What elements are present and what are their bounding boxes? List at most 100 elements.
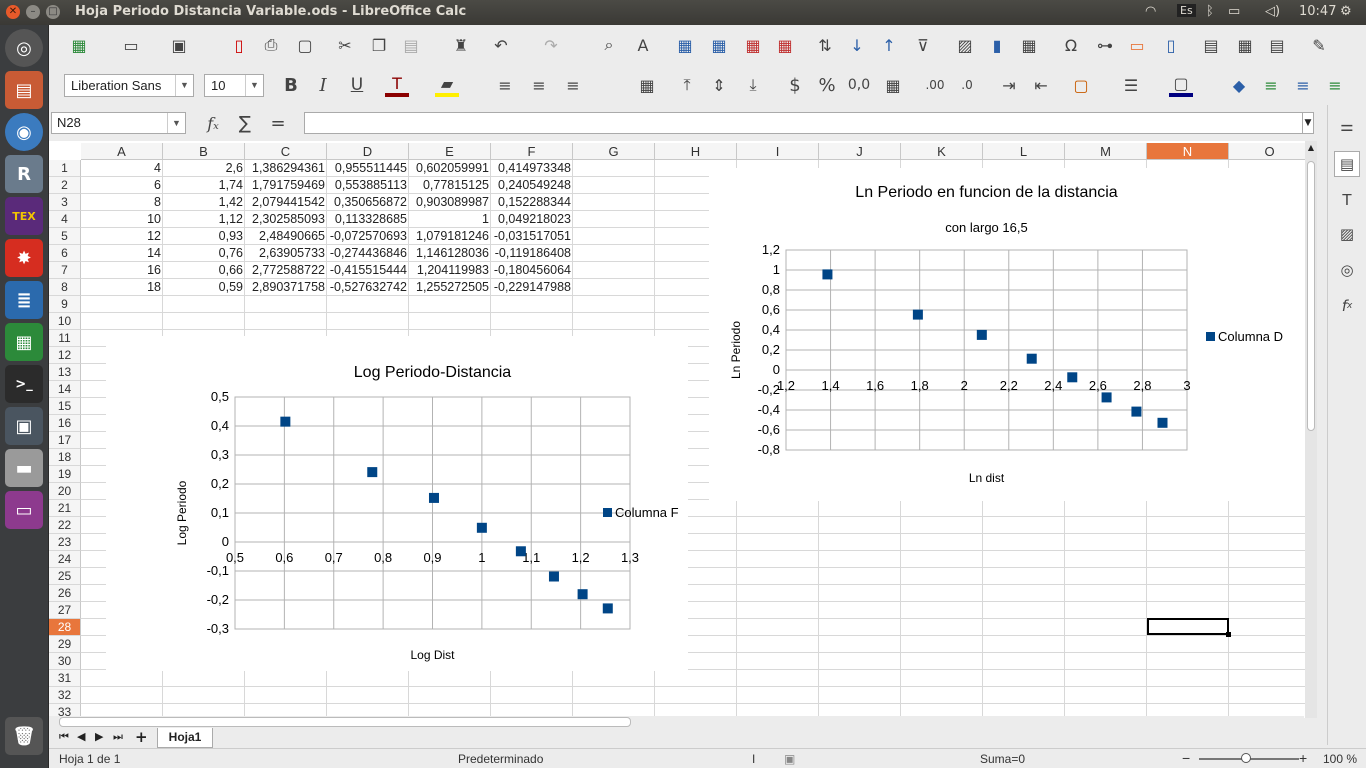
cell-b8[interactable]: 0,59 [163, 279, 245, 296]
align-left-icon[interactable]: ≡ [493, 73, 517, 97]
cell-f6[interactable]: -0,119186408 [491, 245, 573, 262]
autofilter-icon[interactable]: ⊽ [911, 33, 935, 57]
border-color-icon[interactable]: ▢ [1169, 73, 1193, 97]
center-vertically-icon[interactable]: ⇕ [707, 73, 731, 97]
print-icon[interactable]: ⎙ [259, 33, 283, 57]
cell-e7[interactable]: 1,204119983 [409, 262, 491, 279]
sheet-tab-hoja1[interactable]: Hoja1 [157, 728, 213, 748]
paste-icon[interactable]: ▤ [399, 33, 423, 57]
percent-format-icon[interactable]: % [815, 73, 839, 97]
currency-format-icon[interactable]: $ [783, 73, 807, 97]
cell-e6[interactable]: 1,146128036 [409, 245, 491, 262]
cell-b6[interactable]: 0,76 [163, 245, 245, 262]
pivot-table-icon[interactable]: ▦ [1017, 33, 1041, 57]
underline-icon[interactable]: U [345, 73, 369, 97]
hscroll-thumb[interactable] [59, 717, 631, 727]
column-header-h[interactable]: H [655, 143, 737, 160]
sort-descending-icon[interactable]: ↑ [877, 33, 901, 57]
column-header-c[interactable]: C [245, 143, 327, 160]
decrease-indent-icon[interactable]: ⇤ [1029, 73, 1053, 97]
column-header-n[interactable]: N [1147, 143, 1229, 160]
navigator-icon[interactable]: ◎ [1334, 257, 1360, 283]
properties-icon[interactable]: ⚌ [1334, 113, 1360, 139]
chart-log-periodo-distancia[interactable]: 0,5 0,4 0,3 0,2 0,1 0 -0,1 -0,2 -0,3 0,5 0,6 0,7 0,8… [106, 336, 688, 671]
cell-f7[interactable]: -0,180456064 [491, 262, 573, 279]
scroll-thumb[interactable] [1307, 161, 1315, 431]
split-window-icon[interactable]: ▤ [1265, 33, 1289, 57]
row-header-24[interactable]: 24 [49, 551, 81, 568]
new-style-icon[interactable]: ≡ [1291, 73, 1315, 97]
impress-icon[interactable]: ▭ [5, 491, 43, 529]
row-header-32[interactable]: 32 [49, 687, 81, 704]
cell-b2[interactable]: 1,74 [163, 177, 245, 194]
header-footer-icon[interactable]: ▯ [1159, 33, 1183, 57]
volume-icon[interactable]: ◁) [1265, 4, 1280, 19]
cell-a2[interactable]: 6 [81, 177, 163, 194]
conditional-format-icon[interactable]: ◆ [1227, 73, 1251, 97]
sum-display[interactable]: Suma=0 [980, 752, 1025, 766]
column-icon[interactable]: ▦ [707, 33, 731, 57]
align-right-icon[interactable]: ≡ [561, 73, 585, 97]
chevron-down-icon[interactable]: ▼ [175, 75, 193, 96]
delete-decimal-icon[interactable]: .0 [955, 73, 979, 97]
zoom-level[interactable]: 100 % [1323, 752, 1357, 766]
functions-icon[interactable]: fx [1334, 293, 1360, 319]
name-box[interactable]: N28 ▼ [51, 112, 186, 134]
row-header-4[interactable]: 4 [49, 211, 81, 228]
open-folder-icon[interactable]: ▭ [119, 33, 143, 57]
cell-e8[interactable]: 1,255272505 [409, 279, 491, 296]
page-style[interactable]: Predeterminado [458, 752, 543, 766]
column-header-o[interactable]: O [1229, 143, 1311, 160]
column-header-d[interactable]: D [327, 143, 409, 160]
maximize-window-button[interactable]: □ [46, 5, 60, 19]
date-format-icon[interactable]: ▦ [881, 73, 905, 97]
update-style-icon[interactable]: ≡ [1323, 73, 1347, 97]
border-style-icon[interactable]: ☰ [1119, 73, 1143, 97]
column-header-i[interactable]: I [737, 143, 819, 160]
first-sheet-icon[interactable]: ⏮ [59, 730, 69, 744]
freeze-rows-icon[interactable]: ▦ [1233, 33, 1257, 57]
font-color-icon[interactable]: T [385, 73, 409, 97]
sum-icon[interactable]: ∑ [233, 111, 257, 135]
cell-c5[interactable]: 2,48490665 [245, 228, 327, 245]
data-point[interactable] [577, 589, 588, 600]
draw-functions-icon[interactable]: ✎ [1307, 33, 1331, 57]
cell-c4[interactable]: 2,302585093 [245, 211, 327, 228]
data-point[interactable] [1067, 372, 1078, 383]
cell-d5[interactable]: -0,072570693 [327, 228, 409, 245]
row-header-19[interactable]: 19 [49, 466, 81, 483]
battery-icon[interactable]: ▭ [1228, 4, 1240, 19]
copy-icon[interactable]: ❐ [367, 33, 391, 57]
cell-d1[interactable]: 0,955511445 [327, 160, 409, 177]
cut-icon[interactable]: ✂ [333, 33, 357, 57]
keyboard-layout[interactable]: Es [1177, 4, 1196, 17]
document-modified-icon[interactable]: ▣ [784, 752, 795, 766]
cell-c6[interactable]: 2,63905733 [245, 245, 327, 262]
align-center-icon[interactable]: ≡ [527, 73, 551, 97]
clone-formatting-icon[interactable]: ♜ [449, 33, 473, 57]
print-preview-icon[interactable]: ▢ [293, 33, 317, 57]
vertical-scrollbar[interactable]: ▲ [1305, 141, 1317, 718]
data-point[interactable] [476, 522, 487, 533]
spreadsheet-grid[interactable]: ABCDEFGHIJKLMNO 1 2 3 4 5 6 7 8 9 10 11 12 13 14 15 16 1… [49, 141, 1317, 718]
cell-f2[interactable]: 0,240549248 [491, 177, 573, 194]
comment-icon[interactable]: ▭ [1125, 33, 1149, 57]
row-header-11[interactable]: 11 [49, 330, 81, 347]
number-format-icon[interactable]: 0,0 [847, 73, 871, 97]
expand-formula-button[interactable]: ▼ [1302, 112, 1314, 134]
cell-d6[interactable]: -0,274436846 [327, 245, 409, 262]
formula-equals-icon[interactable]: = [266, 111, 290, 135]
gallery-icon[interactable]: ▨ [1334, 221, 1360, 247]
row-header-15[interactable]: 15 [49, 398, 81, 415]
highlight-color-icon[interactable]: ▰ [435, 73, 459, 97]
add-decimal-icon[interactable]: .00 [923, 73, 947, 97]
bold-icon[interactable]: B [279, 73, 303, 97]
column-header-e[interactable]: E [409, 143, 491, 160]
row-header-26[interactable]: 26 [49, 585, 81, 602]
add-sheet-icon[interactable]: + [135, 728, 148, 746]
data-point[interactable] [822, 269, 833, 280]
merge-cells-icon[interactable]: ▦ [635, 73, 659, 97]
terminal-icon[interactable]: >_ [5, 365, 43, 403]
last-sheet-icon[interactable]: ⏭ [113, 730, 123, 744]
row-header-30[interactable]: 30 [49, 653, 81, 670]
